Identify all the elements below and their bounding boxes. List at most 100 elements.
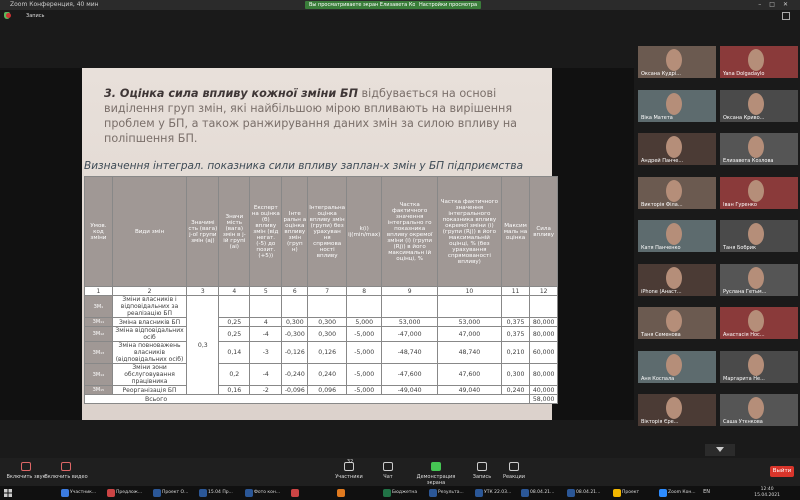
- participant-tile[interactable]: Анастасія Нос...: [720, 307, 798, 339]
- participant-tile[interactable]: Саша Утєнкова: [720, 394, 798, 426]
- cell-max: 0,210: [500, 341, 531, 364]
- column-number-row: 1 2 3 4 5 6 7 8 9 10 11 12: [84, 286, 558, 296]
- cell-share_abs: 49,040: [437, 385, 502, 395]
- cell-max: 0,300: [500, 363, 531, 386]
- participant-tile[interactable]: Оксана Криво...: [720, 89, 798, 122]
- column-number: 10: [437, 286, 502, 296]
- cell-ai: 0,16: [218, 385, 251, 395]
- taskbar-app[interactable]: Участник...: [60, 488, 96, 498]
- participant-tile[interactable]: Віка Матета: [638, 89, 716, 122]
- taskbar-app[interactable]: 15.04 Пр...: [198, 488, 233, 498]
- participant-tile[interactable]: Андрей Панче...: [638, 133, 716, 165]
- participant-video: [666, 223, 682, 245]
- camera-off-icon: [61, 462, 71, 471]
- participant-video: [748, 136, 764, 158]
- taskbar-app[interactable]: [290, 488, 300, 498]
- participants-count: 32: [346, 459, 354, 465]
- participant-tile[interactable]: Yana Dolgadaylo: [720, 46, 798, 78]
- cell-share_abs: 47,000: [437, 326, 502, 342]
- change-name: Зміна повноважень власників (відповідаль…: [111, 341, 188, 364]
- cell-expert: 4: [249, 317, 283, 327]
- taskbar-app[interactable]: Фото кон...: [244, 488, 280, 498]
- reactions-button[interactable]: Реакции: [490, 462, 538, 480]
- cell-force: [529, 295, 558, 318]
- table-row: ЗМ₁₃ Зміна повноважень власників (відпові…: [84, 341, 558, 364]
- column-header: Експерт на оцінка (б) впливу змін (від н…: [249, 176, 283, 287]
- participant-tile[interactable]: Аня Коспала: [638, 350, 716, 383]
- start-video-button[interactable]: Включить видео: [42, 462, 90, 480]
- cell-abs: [307, 295, 348, 318]
- cell-max: 0,375: [500, 326, 531, 342]
- taskbar-app[interactable]: Проект О...: [152, 488, 188, 498]
- system-clock[interactable]: 12:40 15.04.2021: [754, 487, 780, 499]
- participant-video: [748, 49, 764, 71]
- taskbar-app[interactable]: [336, 488, 346, 498]
- cell-force: 80,000: [529, 326, 558, 342]
- column-header: Умов. код зміни: [84, 176, 113, 287]
- cell-expert: [249, 295, 283, 318]
- participant-video: [748, 266, 764, 289]
- cell-ai: 0,25: [218, 317, 251, 327]
- impact-table: Умов. код зміни Види змін Значимі сть (ваг…: [83, 176, 558, 404]
- participant-tile[interactable]: Елизавета Козлова: [720, 133, 798, 165]
- cell-integral: -0,096: [281, 385, 309, 395]
- taskbar-app[interactable]: Результа...: [428, 488, 464, 498]
- input-language[interactable]: EN: [703, 489, 710, 495]
- leave-meeting-button[interactable]: Выйти: [770, 466, 794, 477]
- cell-expert: -2: [249, 385, 283, 395]
- column-number: 12: [529, 286, 558, 296]
- participant-video: [666, 136, 682, 158]
- chat-button[interactable]: Чат: [364, 462, 412, 480]
- participant-name: Анастасія Нос...: [723, 332, 765, 338]
- total-label: Всього: [83, 394, 531, 404]
- participant-tile[interactable]: Руслана Гетьм...: [720, 263, 798, 296]
- slide-heading: 3. Оцінка сила впливу кожної зміни БП ві…: [104, 86, 544, 146]
- participant-name: iPhone (Анаст...: [641, 288, 682, 295]
- participant-tile[interactable]: Катя Панченко: [638, 220, 716, 252]
- taskbar-app[interactable]: 08.04.21...: [566, 488, 600, 498]
- recording-label: Запись: [26, 13, 45, 19]
- fullscreen-icon[interactable]: [782, 12, 790, 20]
- change-code: ЗМ₁: [84, 295, 113, 318]
- participant-tile[interactable]: Іван Гуренко: [720, 176, 798, 209]
- column-header: Значи мість (вага) змін в j-ій групі (ai…: [218, 176, 251, 287]
- taskbar-app[interactable]: Проект: [612, 488, 639, 498]
- column-header: k(i) ij(min/max): [346, 176, 383, 287]
- participant-tile[interactable]: Маргарита Не...: [720, 350, 798, 383]
- participant-tile[interactable]: Таня Бобрик: [720, 220, 798, 252]
- table-row: ЗМ₁₄ Зміни зони обслуговування працівника…: [84, 363, 558, 386]
- share-screen-button[interactable]: Демонстрация экрана: [408, 462, 464, 486]
- taskbar-app[interactable]: Zoom Кон...: [658, 488, 696, 498]
- gallery-next-page-button[interactable]: [705, 444, 735, 456]
- taskbar-app[interactable]: Бюджетна: [382, 488, 417, 498]
- window-controls[interactable]: –□✕: [758, 0, 796, 10]
- participant-video: [748, 179, 764, 202]
- cell-max: 0,240: [500, 385, 531, 395]
- participant-tile[interactable]: Вікторія Єре...: [638, 394, 716, 426]
- participant-video: [748, 310, 764, 332]
- participant-name: Катя Панченко: [641, 245, 681, 251]
- participant-tile[interactable]: Таня Семенова: [638, 307, 716, 339]
- cell-k: 5,000: [346, 317, 383, 327]
- taskbar-app[interactable]: УТК 22.03...: [474, 488, 511, 498]
- participant-video: [666, 92, 682, 115]
- view-options-button[interactable]: Настройки просмотра: [415, 1, 482, 9]
- cell-share_abs: 53,000: [437, 317, 502, 327]
- participant-name: Оксана Криво...: [723, 114, 765, 121]
- participant-tile[interactable]: Оксана Кудрі...: [638, 46, 716, 78]
- taskbar-app[interactable]: Предлож...: [106, 488, 142, 498]
- taskbar-app[interactable]: 08.04.21...: [520, 488, 554, 498]
- cell-share_abs: 48,740: [437, 341, 502, 364]
- cell-ai: 0,25: [218, 326, 251, 342]
- participant-tile[interactable]: iPhone (Анаст...: [638, 263, 716, 296]
- windows-start-icon[interactable]: [4, 489, 12, 497]
- column-number: 5: [249, 286, 283, 296]
- cell-integral: 0,300: [281, 317, 309, 327]
- participant-name: Віка Матета: [641, 114, 673, 121]
- table-title: Визначення інтеграл. показника сили впли…: [84, 160, 524, 172]
- column-number: 4: [218, 286, 251, 296]
- column-number: 2: [111, 286, 188, 296]
- participant-name: Оксана Кудрі...: [641, 71, 681, 77]
- participant-tile[interactable]: Викторія Філа...: [638, 176, 716, 209]
- cell-k: -5,000: [346, 363, 383, 386]
